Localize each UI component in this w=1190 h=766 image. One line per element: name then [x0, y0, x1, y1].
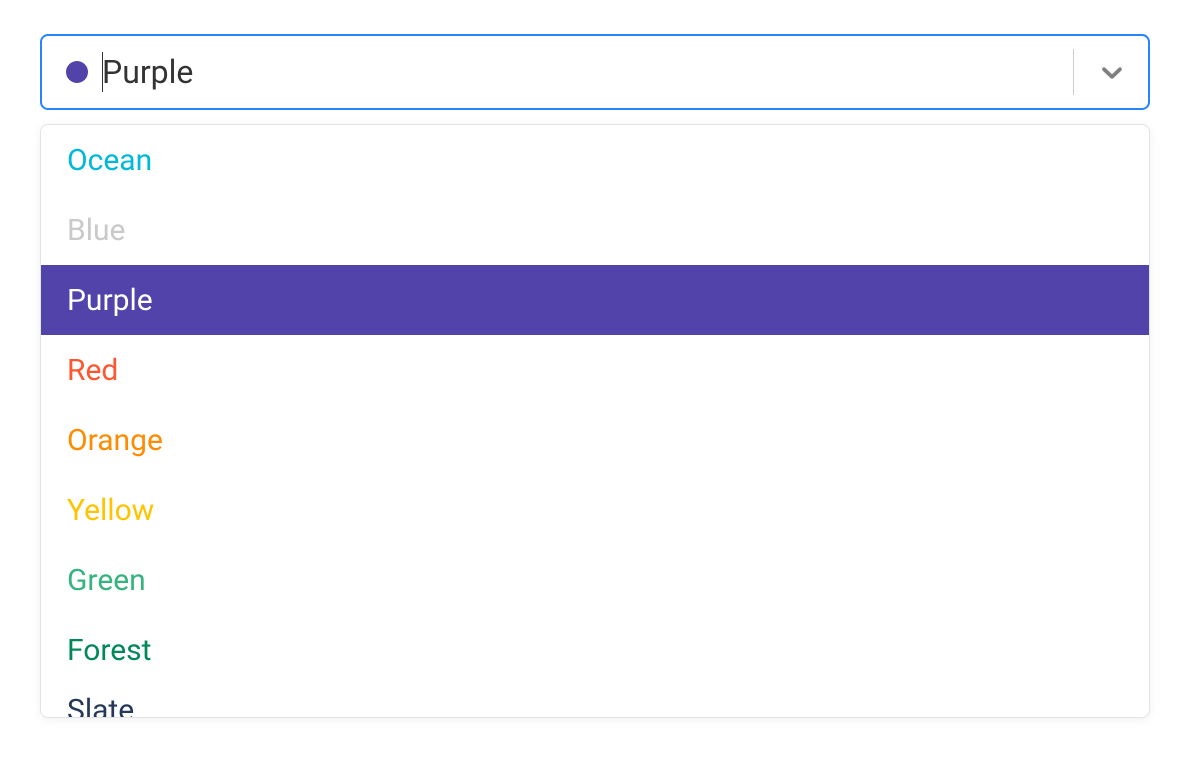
indicator-separator: [1073, 49, 1074, 95]
text-caret: [102, 52, 103, 92]
select-indicators: [1073, 45, 1132, 99]
color-option-orange[interactable]: Orange: [41, 405, 1149, 475]
selected-color-label: Purple: [102, 56, 193, 88]
color-option-slate[interactable]: Slate: [41, 685, 1149, 717]
color-select-control[interactable]: Purple: [40, 34, 1150, 110]
color-option-yellow[interactable]: Yellow: [41, 475, 1149, 545]
color-option-forest[interactable]: Forest: [41, 615, 1149, 685]
color-option-ocean[interactable]: Ocean: [41, 125, 1149, 195]
chevron-down-icon[interactable]: [1092, 52, 1132, 92]
color-option-purple[interactable]: Purple: [41, 265, 1149, 335]
color-option-blue: Blue: [41, 195, 1149, 265]
selected-color-dot: [66, 61, 88, 83]
color-option-red[interactable]: Red: [41, 335, 1149, 405]
color-select-menu[interactable]: OceanBluePurpleRedOrangeYellowGreenFores…: [40, 124, 1150, 718]
color-option-green[interactable]: Green: [41, 545, 1149, 615]
color-select-value: Purple: [66, 56, 1073, 88]
